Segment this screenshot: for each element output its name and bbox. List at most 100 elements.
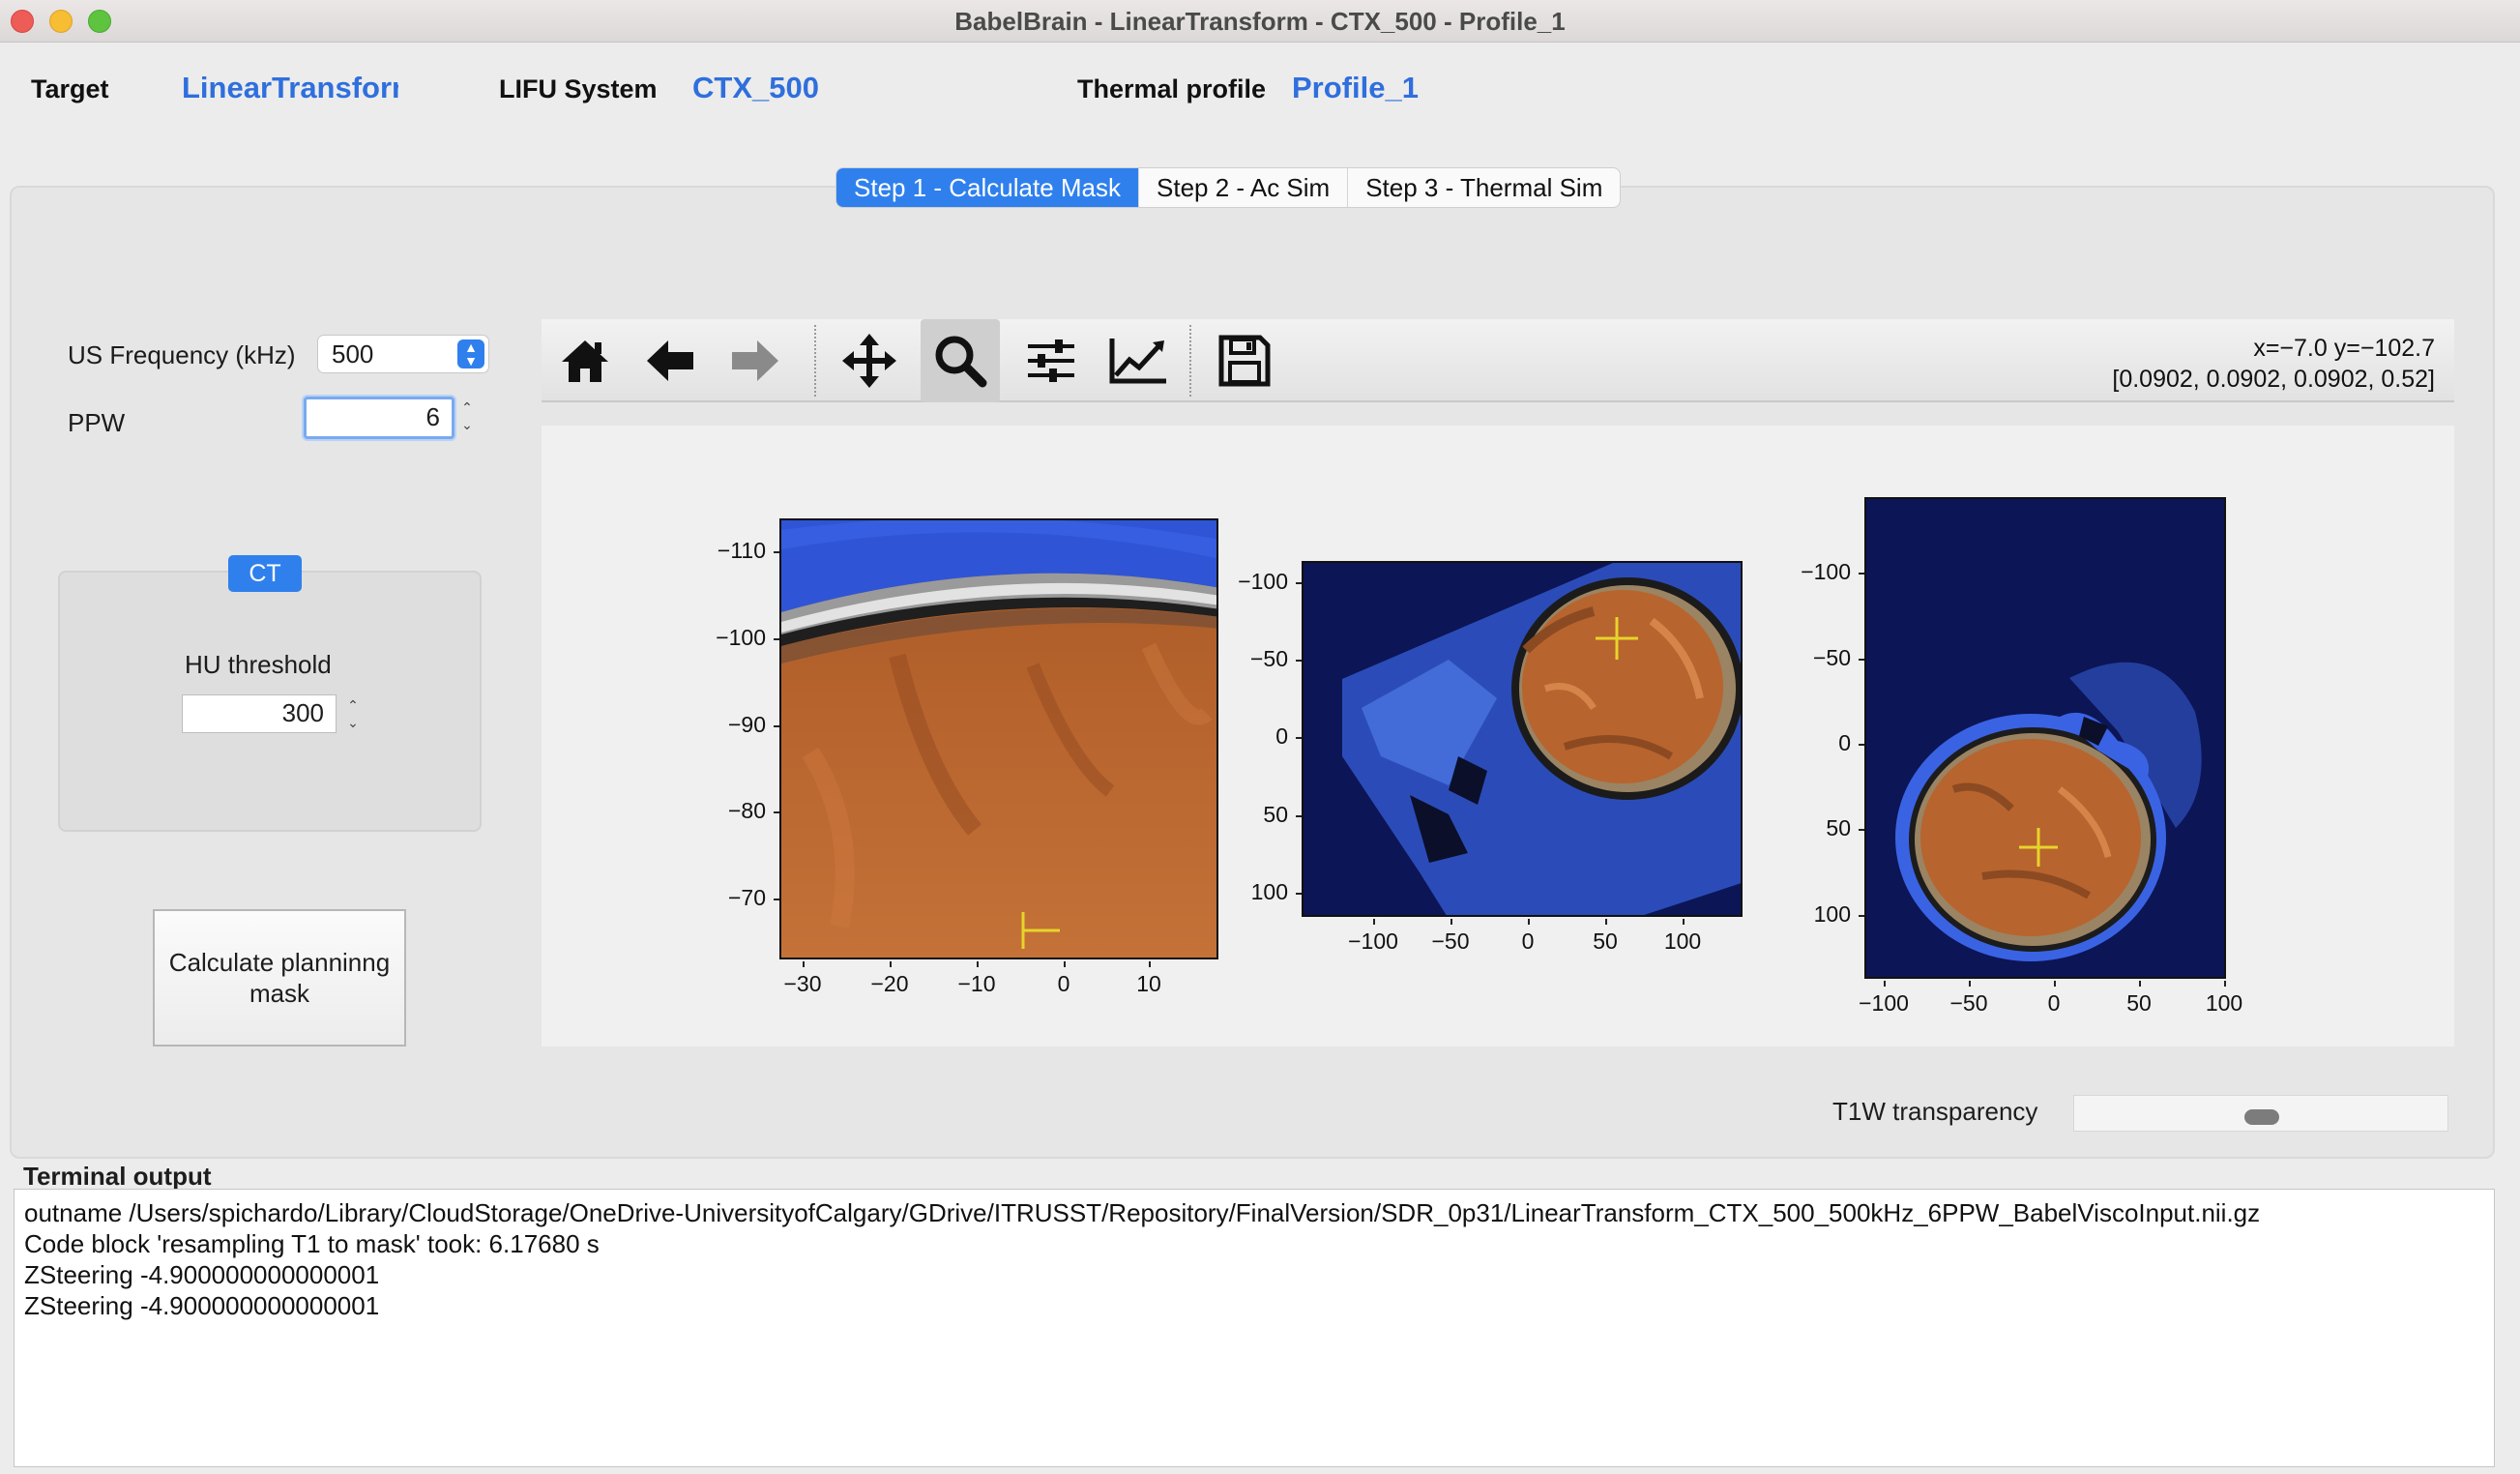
lifu-system-label: LIFU System bbox=[499, 74, 658, 103]
ytick-mark bbox=[1296, 582, 1302, 584]
ytick-label: −100 bbox=[1801, 559, 1851, 584]
step-tabs: Step 1 - Calculate Mask Step 2 - Ac Sim … bbox=[835, 167, 1622, 208]
xtick-mark bbox=[2224, 981, 2226, 987]
plot-zoomed-slice[interactable] bbox=[779, 518, 1218, 959]
home-icon[interactable] bbox=[545, 319, 625, 402]
terminal-line: outname /Users/spichardo/Library/CloudSt… bbox=[24, 1198, 2261, 1227]
terminal-line: ZSteering -4.900000000000001 bbox=[24, 1291, 380, 1320]
plot-toolbar: x=−7.0 y=−102.7 [0.0902, 0.0902, 0.0902,… bbox=[542, 319, 2454, 402]
ytick-label: −80 bbox=[727, 798, 766, 823]
ytick-label: 0 bbox=[1838, 730, 1851, 755]
ytick-label: 50 bbox=[1826, 815, 1851, 840]
plot-slice-2[interactable] bbox=[1302, 561, 1743, 917]
terminal-line: ZSteering -4.900000000000001 bbox=[24, 1260, 380, 1289]
title-bar: BabelBrain - LinearTransform - CTX_500 -… bbox=[0, 0, 2520, 43]
xtick-mark bbox=[1605, 919, 1607, 925]
cursor-coordinates: x=−7.0 y=−102.7 [0.0902, 0.0902, 0.0902,… bbox=[2112, 333, 2435, 395]
hu-threshold-stepper-icon[interactable]: ⌃ ⌄ bbox=[342, 696, 364, 735]
plot-slice-3[interactable] bbox=[1864, 497, 2226, 979]
slider-handle[interactable] bbox=[2244, 1109, 2279, 1125]
ytick-label: −100 bbox=[1238, 569, 1288, 594]
xtick-mark bbox=[890, 961, 892, 967]
xtick-mark bbox=[1450, 919, 1452, 925]
terminal-line: Code block 'resampling T1 to mask' took:… bbox=[24, 1229, 600, 1258]
ytick-mark bbox=[1859, 915, 1864, 917]
ytick-label: −50 bbox=[1249, 646, 1288, 671]
ytick-mark bbox=[1859, 744, 1864, 746]
thermal-profile-value: Profile_1 bbox=[1292, 71, 1419, 104]
forward-icon[interactable] bbox=[716, 319, 795, 402]
window-title: BabelBrain - LinearTransform - CTX_500 -… bbox=[954, 7, 1566, 36]
hu-threshold-input[interactable]: 300 bbox=[182, 694, 337, 733]
plot-canvas[interactable]: −110 −100 −90 −80 −70 −30 −20 −10 0 10 −100 −50 0 50… bbox=[542, 426, 2454, 1047]
us-frequency-select[interactable]: 500 ▲ ▼ bbox=[317, 335, 489, 373]
xtick-label: −50 bbox=[1949, 990, 1988, 1016]
ppw-stepper-icon[interactable]: ⌃ ⌄ bbox=[456, 398, 478, 437]
ytick-mark bbox=[774, 899, 779, 900]
xtick-label: 0 bbox=[1057, 971, 1070, 996]
us-frequency-label: US Frequency (kHz) bbox=[68, 340, 296, 369]
xtick-mark bbox=[1064, 961, 1066, 967]
xtick-label: −50 bbox=[1431, 929, 1470, 954]
coordinate-line-2: [0.0902, 0.0902, 0.0902, 0.52] bbox=[2112, 366, 2435, 393]
ytick-mark bbox=[1296, 660, 1302, 662]
xtick-label: 0 bbox=[1521, 929, 1535, 954]
ytick-mark bbox=[1296, 893, 1302, 895]
ytick-mark bbox=[774, 725, 779, 727]
ytick-mark bbox=[1859, 659, 1864, 661]
xtick-mark bbox=[803, 961, 805, 967]
tab-step-3[interactable]: Step 3 - Thermal Sim bbox=[1348, 168, 1620, 207]
xtick-mark bbox=[1373, 919, 1375, 925]
ytick-label: −70 bbox=[727, 885, 766, 910]
terminal-output[interactable]: outname /Users/spichardo/Library/CloudSt… bbox=[14, 1189, 2495, 1467]
ytick-label: 0 bbox=[1275, 723, 1288, 749]
toolbar-separator bbox=[1189, 325, 1191, 397]
xtick-label: 100 bbox=[1663, 929, 1702, 954]
tab-step-1[interactable]: Step 1 - Calculate Mask bbox=[836, 168, 1140, 207]
ytick-mark bbox=[1296, 737, 1302, 739]
hu-threshold-label: HU threshold bbox=[185, 650, 332, 679]
xtick-mark bbox=[1884, 981, 1886, 987]
xtick-mark bbox=[2139, 981, 2141, 987]
back-icon[interactable] bbox=[630, 319, 710, 402]
subplots-icon[interactable] bbox=[1011, 319, 1091, 402]
xtick-label: 10 bbox=[1136, 971, 1161, 996]
t1w-transparency-slider[interactable] bbox=[2073, 1095, 2448, 1132]
ytick-label: 50 bbox=[1263, 802, 1288, 827]
select-arrows-icon: ▲ ▼ bbox=[457, 339, 484, 368]
ytick-mark bbox=[774, 811, 779, 813]
ytick-mark bbox=[1859, 573, 1864, 575]
terminal-output-title: Terminal output bbox=[23, 1162, 212, 1191]
thermal-profile-label: Thermal profile bbox=[1077, 74, 1267, 103]
calculate-planning-mask-button[interactable]: Calculate planninng mask bbox=[153, 909, 406, 1047]
save-icon[interactable] bbox=[1205, 319, 1284, 402]
tab-step-2[interactable]: Step 2 - Ac Sim bbox=[1139, 168, 1349, 207]
ytick-label: −100 bbox=[716, 625, 766, 650]
ytick-label: −50 bbox=[1812, 645, 1851, 670]
ppw-input[interactable]: 6 bbox=[304, 397, 454, 439]
xtick-label: 50 bbox=[2126, 990, 2152, 1016]
xtick-mark bbox=[1969, 981, 1971, 987]
xtick-label: −100 bbox=[1348, 929, 1398, 954]
pan-icon[interactable] bbox=[830, 319, 909, 402]
xtick-label: −100 bbox=[1859, 990, 1909, 1016]
xtick-label: −10 bbox=[957, 971, 996, 996]
ytick-label: 100 bbox=[1813, 901, 1851, 927]
xtick-label: −20 bbox=[870, 971, 909, 996]
ytick-label: −90 bbox=[727, 712, 766, 737]
ct-badge: CT bbox=[228, 555, 302, 592]
edit-axes-icon[interactable] bbox=[1099, 319, 1178, 402]
xtick-label: 0 bbox=[2047, 990, 2061, 1016]
ytick-mark bbox=[774, 551, 779, 553]
ytick-label: −110 bbox=[717, 538, 766, 563]
xtick-mark bbox=[977, 961, 979, 967]
us-frequency-value: 500 bbox=[332, 339, 374, 368]
ytick-mark bbox=[774, 638, 779, 640]
ppw-label: PPW bbox=[68, 408, 126, 437]
toolbar-separator bbox=[814, 325, 816, 397]
target-value: LinearTransform bbox=[182, 71, 398, 104]
calculate-button-label: Calculate planninng mask bbox=[168, 948, 391, 1008]
xtick-mark bbox=[1149, 961, 1151, 967]
zoom-icon[interactable] bbox=[921, 319, 1000, 402]
xtick-label: −30 bbox=[783, 971, 822, 996]
